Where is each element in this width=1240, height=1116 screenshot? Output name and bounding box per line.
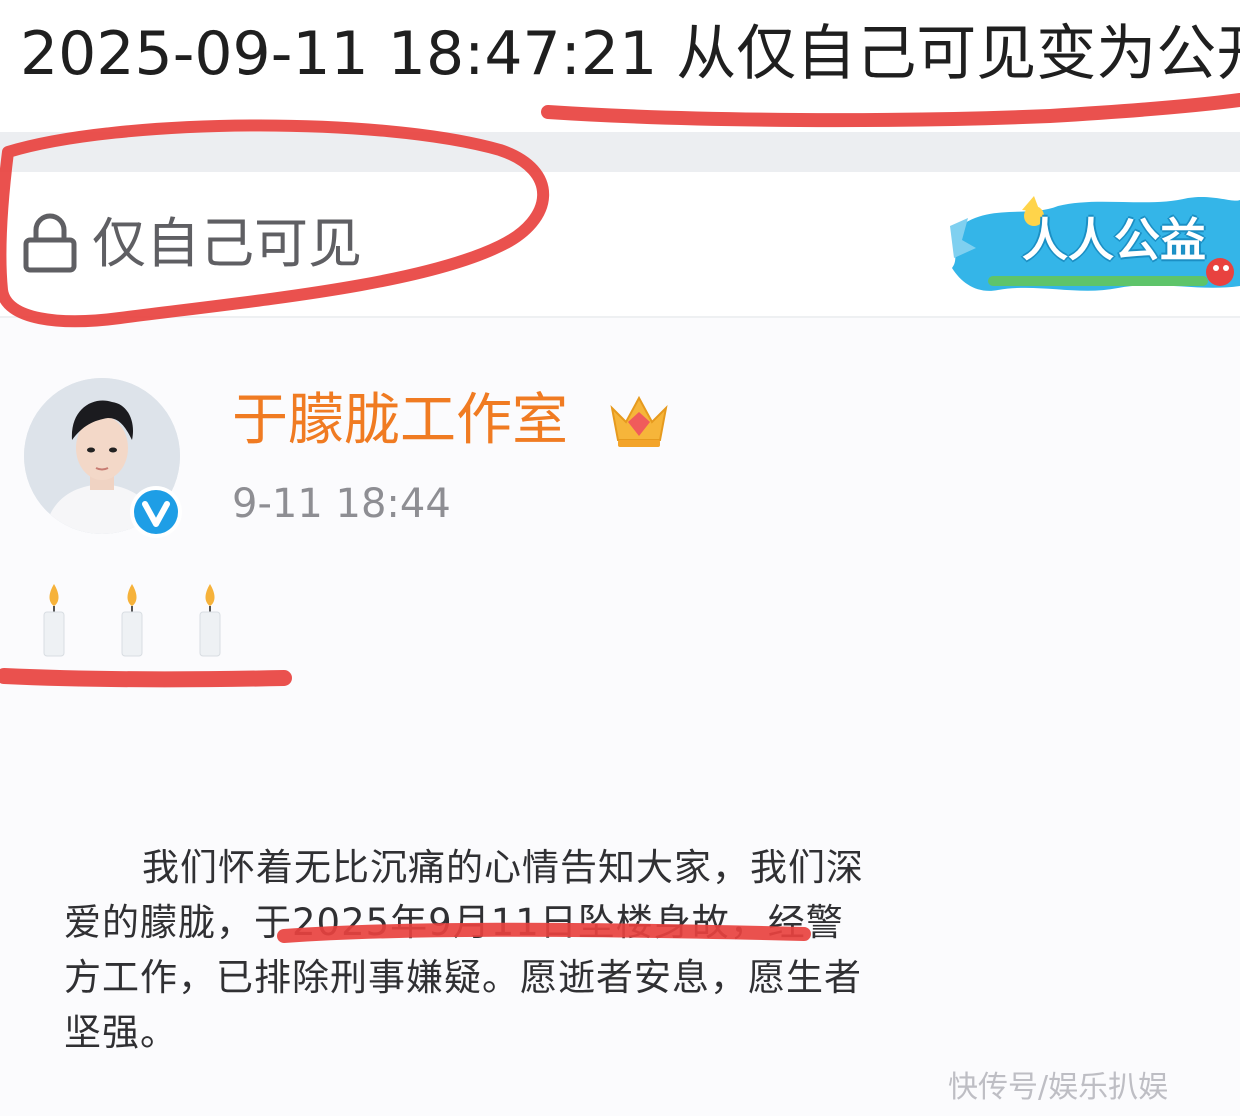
candle-icon bbox=[43, 584, 65, 657]
visibility-label: 仅自己可见 bbox=[92, 212, 362, 275]
candle-emojis bbox=[36, 582, 246, 658]
crown-icon bbox=[610, 395, 668, 447]
author-name[interactable]: 于朦胧工作室 bbox=[232, 386, 568, 456]
charity-badge-label: 人人公益 bbox=[1022, 213, 1206, 267]
watermark: 快传号/娱乐扒娱 bbox=[948, 1070, 1169, 1105]
candle-icon bbox=[121, 584, 143, 657]
verified-v-icon bbox=[130, 486, 182, 538]
section-divider bbox=[0, 132, 1240, 172]
top-banner: 2025-09-11 18:47:21 从仅自己可见变为公开 bbox=[0, 0, 1240, 132]
post-statement: 我们怀着无比沉痛的心情告知大家，我们深爱的朦胧，于2025年9月11日坠楼身故，… bbox=[64, 846, 864, 1054]
candle-icon bbox=[199, 584, 221, 657]
post-time: 9-11 18:44 bbox=[232, 481, 451, 527]
lock-icon bbox=[23, 213, 77, 273]
visibility-change-log: 2025-09-11 18:47:21 从仅自己可见变为公开 bbox=[20, 19, 1240, 89]
underline-annotation-candles bbox=[0, 668, 292, 688]
